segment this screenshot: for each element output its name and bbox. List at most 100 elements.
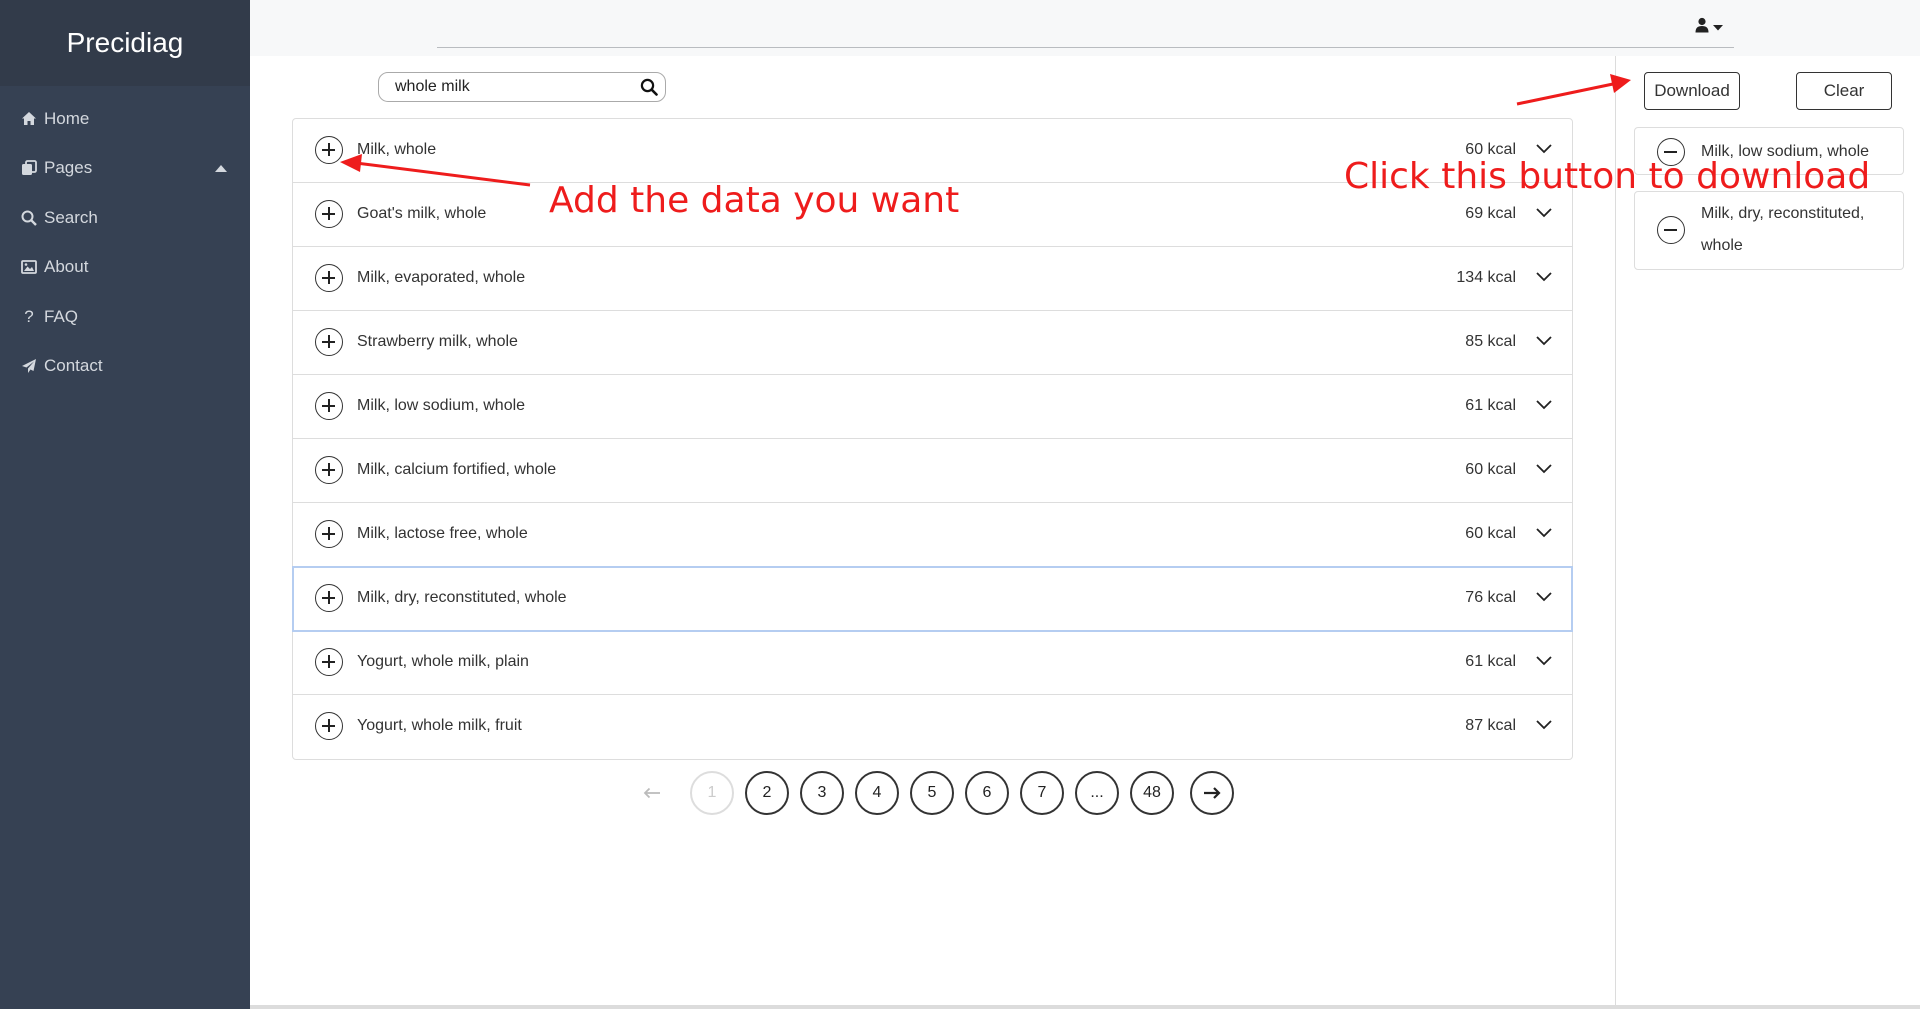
search-icon[interactable] <box>640 78 658 101</box>
list-item[interactable]: Strawberry milk, whole 85 kcal <box>293 311 1572 375</box>
bottom-scroll-track[interactable] <box>250 1005 1920 1009</box>
arrow-left-icon <box>643 787 660 799</box>
list-item[interactable]: Milk, dry, reconstituted, whole 76 kcal <box>292 566 1573 632</box>
food-name: Milk, calcium fortified, whole <box>357 461 557 478</box>
chevron-down-icon <box>1713 18 1723 36</box>
user-icon <box>1694 17 1710 38</box>
add-button[interactable] <box>315 584 343 612</box>
home-icon <box>20 110 38 128</box>
food-kcal: 134 kcal <box>1456 269 1516 286</box>
search-input[interactable] <box>395 77 625 97</box>
list-item[interactable]: Yogurt, whole milk, plain 61 kcal <box>293 631 1572 695</box>
add-button[interactable] <box>315 456 343 484</box>
topbar-divider <box>437 47 1734 48</box>
chevron-down-icon[interactable] <box>1536 589 1552 607</box>
food-name: Milk, dry, reconstituted, whole <box>357 589 567 606</box>
search-icon <box>20 209 38 227</box>
food-name: Milk, lactose free, whole <box>357 525 528 542</box>
list-item[interactable]: Milk, evaporated, whole 134 kcal <box>293 247 1572 311</box>
sidebar-item-label: FAQ <box>44 306 79 326</box>
food-kcal: 87 kcal <box>1465 717 1516 734</box>
pages-icon <box>20 159 38 177</box>
sidebar-item-label: Pages <box>44 158 93 178</box>
food-name: Strawberry milk, whole <box>357 333 518 350</box>
page-button[interactable]: 3 <box>800 771 844 815</box>
page-button[interactable]: 6 <box>965 771 1009 815</box>
page-ellipsis: ... <box>1075 771 1119 815</box>
food-name: Yogurt, whole milk, plain <box>357 653 529 670</box>
list-item[interactable]: Milk, lactose free, whole 60 kcal <box>293 503 1572 567</box>
pagination: 1 2 3 4 5 6 7... 48 <box>630 771 1250 817</box>
sidebar-item-label: About <box>44 257 89 277</box>
search-field[interactable] <box>378 72 666 102</box>
selected-item: Milk, dry, reconstituted, whole <box>1634 191 1904 270</box>
add-button[interactable] <box>315 648 343 676</box>
sidebar-item-search[interactable]: Search <box>0 193 250 243</box>
food-name: Yogurt, whole milk, fruit <box>357 717 522 734</box>
arrow-right-icon <box>1204 787 1221 799</box>
page-button[interactable]: 7 <box>1020 771 1064 815</box>
add-button[interactable] <box>315 520 343 548</box>
chevron-down-icon[interactable] <box>1536 525 1552 543</box>
top-bar <box>250 0 1920 56</box>
food-kcal: 69 kcal <box>1465 205 1516 222</box>
add-button[interactable] <box>315 264 343 292</box>
sidebar-item-label: Home <box>44 108 90 128</box>
send-icon <box>20 357 38 375</box>
clear-button[interactable]: Clear <box>1796 72 1892 110</box>
sidebar-item-faq[interactable]: ? FAQ <box>0 292 250 342</box>
user-menu-button[interactable] <box>1694 16 1732 38</box>
chevron-down-icon[interactable] <box>1536 269 1552 287</box>
chevron-down-icon[interactable] <box>1536 397 1552 415</box>
prev-page-button[interactable] <box>630 771 674 815</box>
arrow-line <box>1516 82 1614 106</box>
page-button[interactable]: 4 <box>855 771 899 815</box>
food-kcal: 85 kcal <box>1465 333 1516 350</box>
add-button[interactable] <box>315 392 343 420</box>
chevron-down-icon[interactable] <box>1536 205 1552 223</box>
sidebar-item-about[interactable]: About <box>0 243 250 293</box>
next-page-button[interactable] <box>1190 771 1234 815</box>
sidebar-nav: Home Pages Search About ? FAQ Contact <box>0 86 250 391</box>
selected-item-label-line2: whole <box>1701 237 1743 254</box>
chevron-down-icon[interactable] <box>1536 333 1552 351</box>
list-item[interactable]: Yogurt, whole milk, fruit 87 kcal <box>293 695 1572 759</box>
food-kcal: 60 kcal <box>1465 525 1516 542</box>
add-button[interactable] <box>315 712 343 740</box>
remove-button[interactable] <box>1657 216 1685 244</box>
sidebar-item-pages[interactable]: Pages <box>0 144 250 194</box>
sidebar-item-contact[interactable]: Contact <box>0 342 250 392</box>
chevron-down-icon[interactable] <box>1536 461 1552 479</box>
food-kcal: 76 kcal <box>1465 589 1516 606</box>
chevron-down-icon[interactable] <box>1536 717 1552 735</box>
sidebar-item-label: Search <box>44 207 98 227</box>
sidebar-item-label: Contact <box>44 356 103 376</box>
page-button[interactable]: 2 <box>745 771 789 815</box>
add-button[interactable] <box>315 136 343 164</box>
add-button[interactable] <box>315 328 343 356</box>
food-name: Goat's milk, whole <box>357 205 487 222</box>
page-button[interactable]: 48 <box>1130 771 1174 815</box>
question-icon: ? <box>24 306 34 326</box>
annotation-add: Add the data you want <box>549 180 960 221</box>
food-kcal: 61 kcal <box>1465 653 1516 670</box>
list-item[interactable]: Milk, low sodium, whole 61 kcal <box>293 375 1572 439</box>
image-icon <box>20 258 38 276</box>
sidebar: Precidiag Home Pages Search About ? FAQ … <box>0 0 250 1009</box>
annotation-download: Click this button to download <box>1344 156 1871 197</box>
brand-logo[interactable]: Precidiag <box>0 0 250 86</box>
caret-up-icon[interactable] <box>215 164 227 172</box>
page-button[interactable]: 1 <box>690 771 734 815</box>
page-button[interactable]: 5 <box>910 771 954 815</box>
panel-divider <box>1615 56 1616 1009</box>
add-button[interactable] <box>315 200 343 228</box>
download-button[interactable]: Download <box>1644 72 1740 110</box>
sidebar-item-home[interactable]: Home <box>0 94 250 144</box>
food-name: Milk, whole <box>357 141 437 158</box>
list-item[interactable]: Milk, calcium fortified, whole 60 kcal <box>293 439 1572 503</box>
chevron-down-icon[interactable] <box>1536 653 1552 671</box>
food-kcal: 61 kcal <box>1465 397 1516 414</box>
food-name: Milk, low sodium, whole <box>357 397 526 414</box>
food-name: Milk, evaporated, whole <box>357 269 526 286</box>
selected-item-label: Milk, dry, reconstituted, <box>1701 205 1865 222</box>
